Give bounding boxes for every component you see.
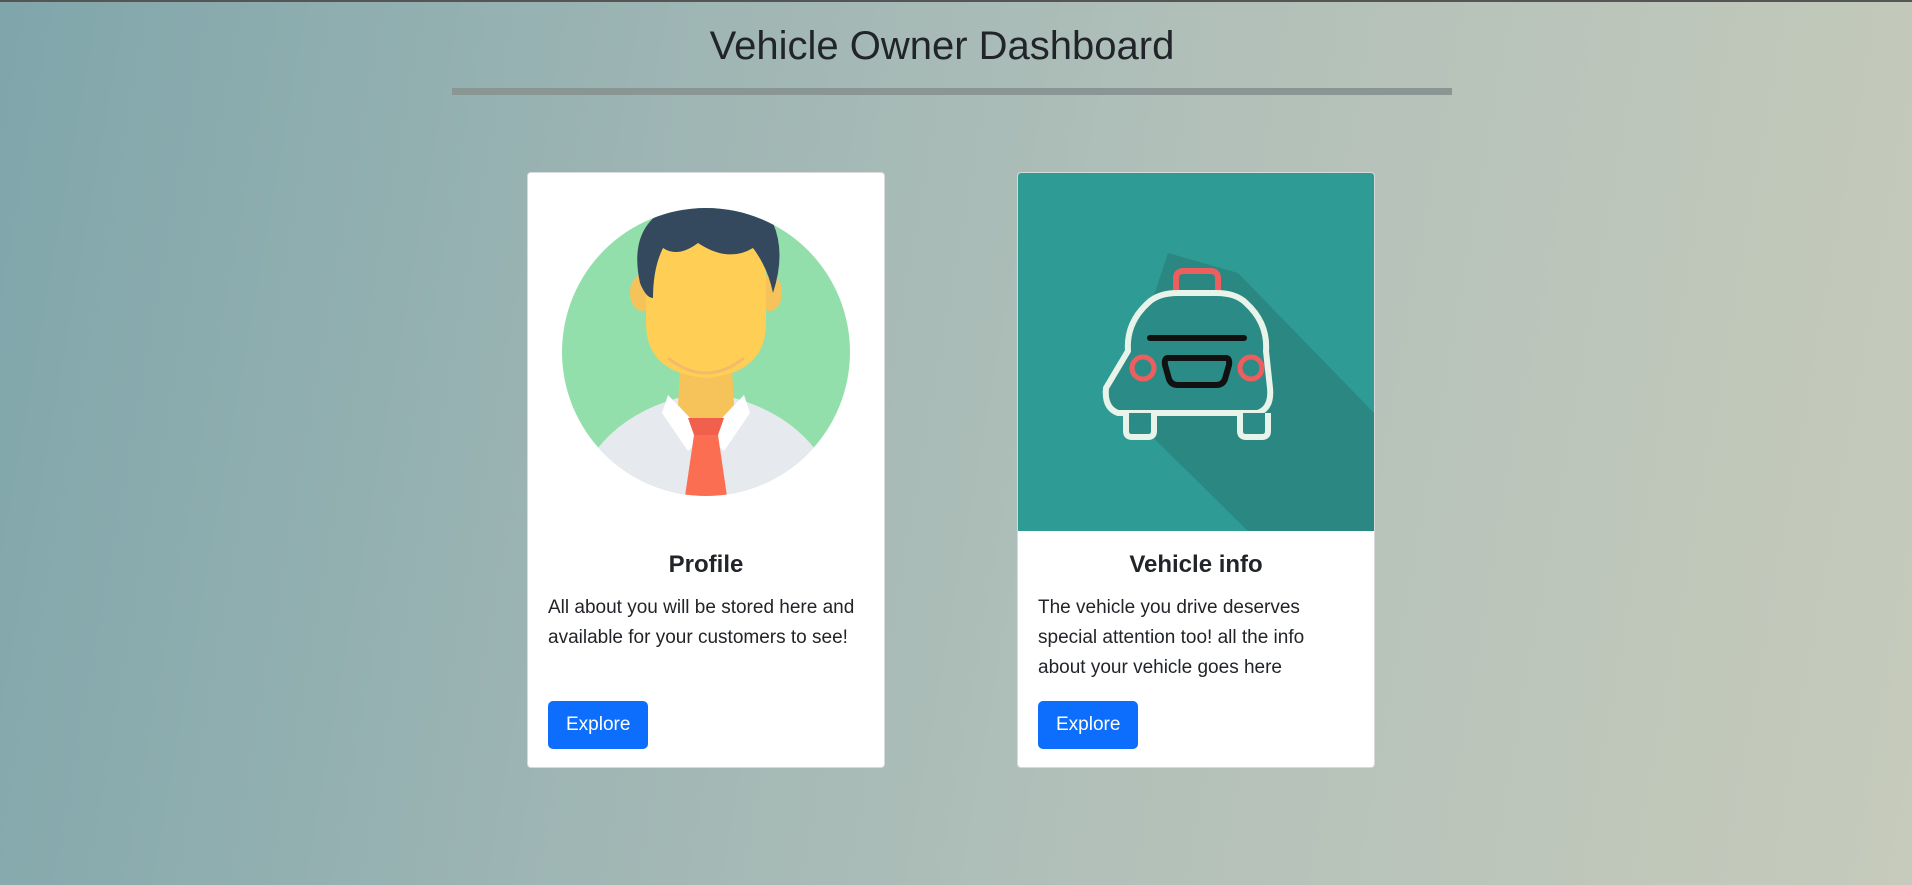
vehicle-explore-button[interactable]: Explore [1038, 701, 1139, 749]
vehicle-card-title: Vehicle info [1129, 551, 1263, 578]
vehicle-info-card: Vehicle info The vehicle you drive deser… [1017, 172, 1375, 768]
profile-explore-button[interactable]: Explore [548, 701, 649, 749]
page-title: Vehicle Owner Dashboard [709, 24, 1175, 68]
profile-card-text: All about you will be stored here and av… [548, 597, 855, 648]
vehicle-card-text: The vehicle you drive deserves special a… [1038, 597, 1305, 678]
title-divider [452, 88, 1452, 95]
taxi-car-icon [1018, 173, 1374, 531]
profile-card-title: Profile [668, 551, 744, 578]
user-avatar-icon [528, 173, 884, 531]
profile-card: Profile All about you will be stored her… [527, 172, 885, 768]
